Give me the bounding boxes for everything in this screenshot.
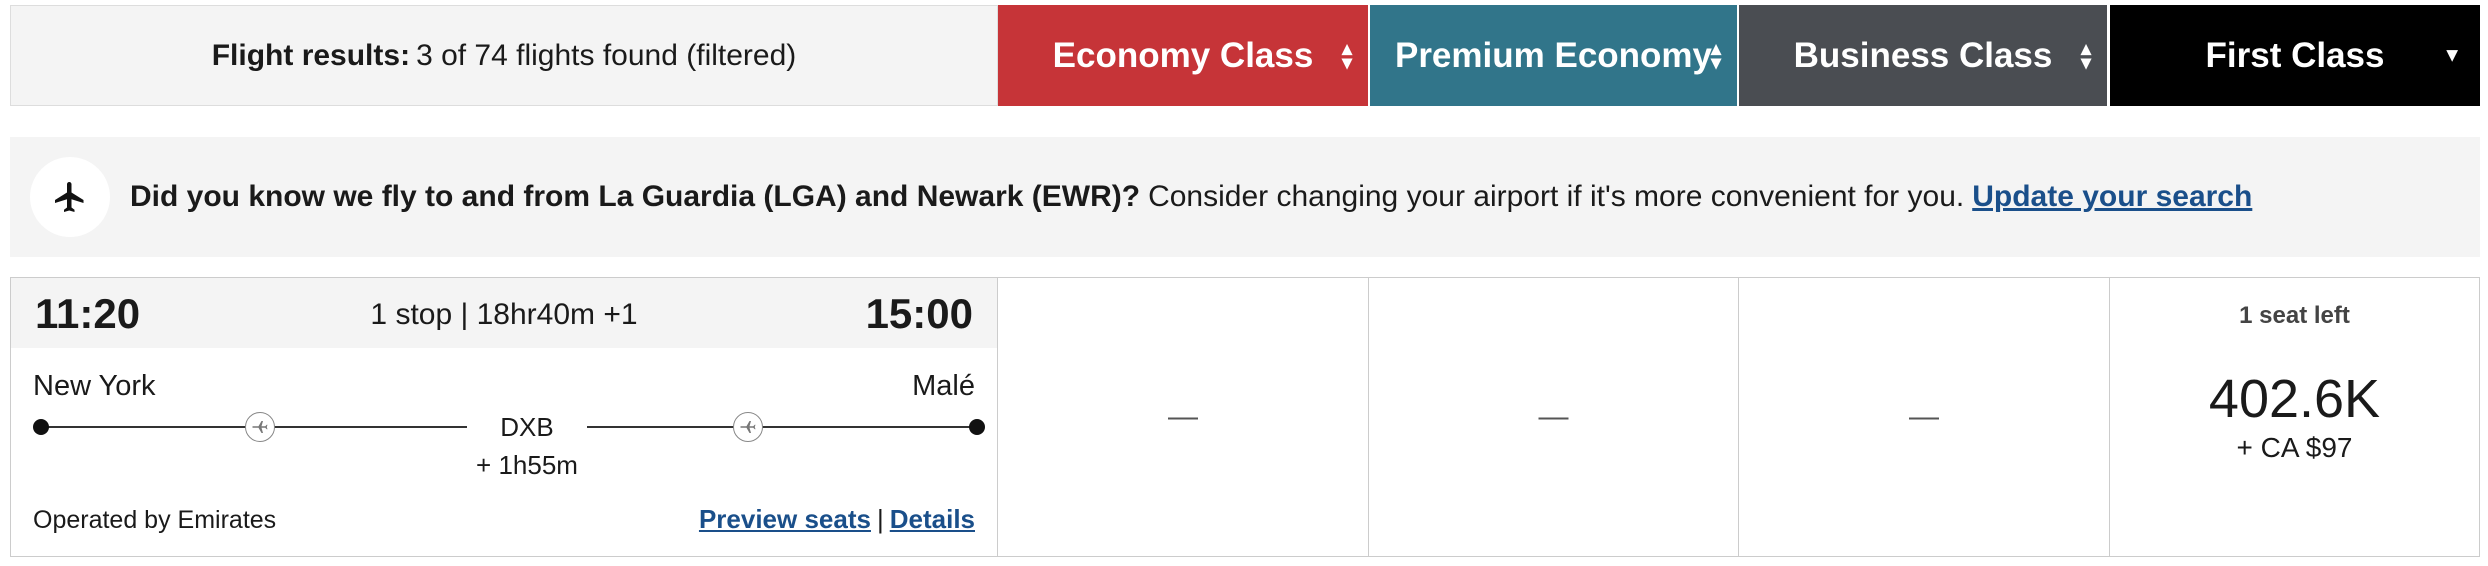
stop-airport-code: DXB [467, 412, 587, 443]
segment-plane-icon [245, 412, 275, 442]
tab-economy-label: Economy Class [1052, 35, 1314, 75]
fare-unavailable: — [1538, 400, 1569, 433]
arrival-time: 15:00 [865, 290, 973, 337]
times-bar: 11:20 1 stop | 18hr40m +1 15:00 [11, 278, 997, 348]
fare-unavailable: — [1168, 400, 1198, 433]
operated-by: Operated by Emirates [33, 506, 277, 534]
origin-dot [33, 419, 49, 435]
update-search-link[interactable]: Update your search [1972, 180, 2252, 214]
fare-unavailable: — [1909, 400, 1939, 433]
fare-business: — [1739, 278, 2110, 556]
route-timeline: DXB + 1h55m [33, 406, 985, 486]
tab-premium-label: Premium Economy [1394, 35, 1713, 75]
caret-down-icon: ▼ [2442, 44, 2462, 66]
flight-links: Preview seats | Details [699, 504, 975, 535]
layover-duration: + 1h55m [476, 450, 578, 480]
tab-first-class[interactable]: First Class ▼ [2110, 5, 2480, 106]
origin-city: New York [33, 370, 156, 402]
fare-tax: + CA $97 [2236, 432, 2353, 463]
airplane-icon [30, 157, 110, 237]
results-summary: Flight results: 3 of 74 flights found (f… [10, 5, 998, 106]
destination-dot [969, 419, 985, 435]
tab-first-label: First Class [2205, 35, 2385, 75]
banner-question: Did you know we fly to and from La Guard… [130, 180, 1141, 213]
tab-premium-economy[interactable]: Premium Economy ▴ ▾ [1370, 5, 1737, 106]
flight-duration: 1 stop | 18hr40m +1 [370, 298, 638, 331]
fare-price: 402.6K [2208, 369, 2381, 429]
results-label: Flight results: [211, 38, 411, 72]
airport-info-banner: Did you know we fly to and from La Guard… [10, 137, 2480, 257]
fare-economy: — [998, 278, 1369, 556]
preview-seats-link[interactable]: Preview seats [699, 504, 871, 534]
tab-business-class[interactable]: Business Class ▴ ▾ [1739, 5, 2107, 106]
segment-plane-icon [733, 412, 763, 442]
flight-results-header: Flight results: 3 of 74 flights found (f… [0, 0, 2488, 113]
destination-city: Malé [912, 370, 975, 402]
fare-premium-economy: — [1369, 278, 1739, 556]
tab-business-label: Business Class [1793, 35, 2053, 75]
seats-left: 1 seat left [2239, 302, 2350, 329]
sort-icon: ▴ ▾ [1341, 37, 1352, 74]
fare-first-class[interactable]: 1 seat left 402.6K + CA $97 [2110, 278, 2479, 556]
sort-icon: ▴ ▾ [2080, 37, 2091, 74]
details-link[interactable]: Details [890, 504, 975, 534]
results-count: 3 of 74 flights found (filtered) [416, 38, 797, 72]
flight-details-panel: 11:20 1 stop | 18hr40m +1 15:00 New York… [11, 278, 998, 556]
link-separator: | [876, 504, 884, 534]
tab-economy-class[interactable]: Economy Class ▴ ▾ [998, 5, 1368, 106]
sort-icon: ▴ ▾ [1710, 37, 1721, 74]
banner-text: Consider changing your airport if it's m… [1148, 180, 1965, 213]
flight-result-row: 11:20 1 stop | 18hr40m +1 15:00 New York… [10, 277, 2480, 557]
